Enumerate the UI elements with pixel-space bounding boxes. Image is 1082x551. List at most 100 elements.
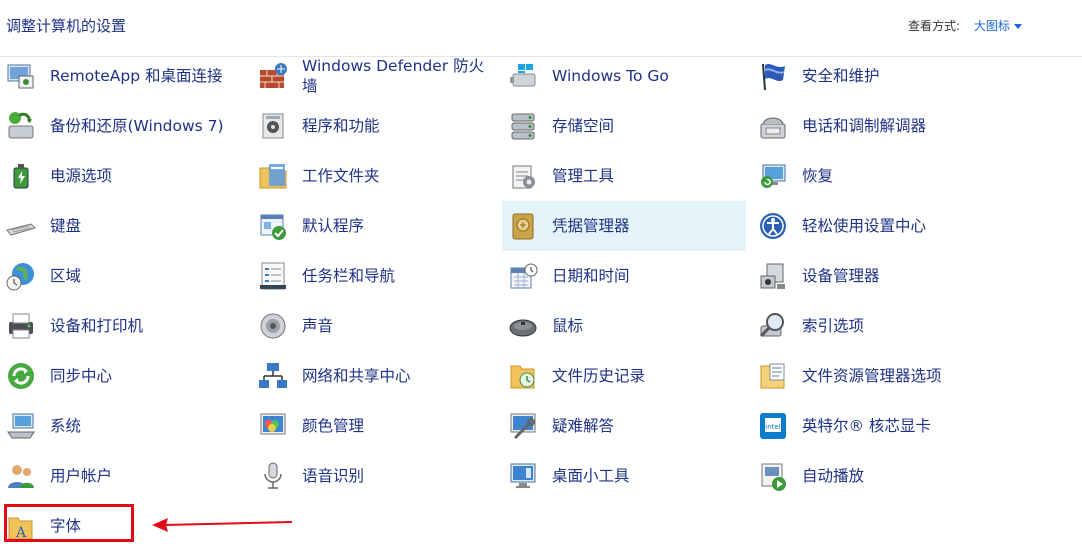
control-panel-item-label[interactable]: 存储空间	[552, 116, 614, 136]
control-panel-item-label[interactable]: 日期和时间	[552, 266, 630, 286]
control-panel-item[interactable]: 默认程序	[252, 201, 500, 251]
chevron-down-icon[interactable]	[1013, 24, 1022, 29]
control-panel-item[interactable]: 日期和时间	[502, 251, 746, 301]
printer-icon[interactable]	[5, 310, 37, 342]
network-icon[interactable]	[257, 360, 289, 392]
control-panel-item-label[interactable]: 用户帐户	[50, 466, 112, 486]
control-panel-item-label[interactable]: 声音	[302, 316, 333, 336]
control-panel-item[interactable]: 电源选项	[0, 151, 250, 201]
region-icon[interactable]	[5, 260, 37, 292]
system-icon[interactable]	[5, 410, 37, 442]
control-panel-item[interactable]: 安全和维护	[752, 51, 1000, 101]
control-panel-item-label[interactable]: 备份和还原(Windows 7)	[50, 116, 224, 136]
control-panel-item-label[interactable]: 英特尔® 核芯显卡	[802, 416, 931, 436]
control-panel-item[interactable]: 键盘	[0, 201, 250, 251]
programs-icon[interactable]	[257, 110, 289, 142]
control-panel-item-label[interactable]: 默认程序	[302, 216, 364, 236]
control-panel-item[interactable]: 文件历史记录	[502, 351, 746, 401]
ease-of-access-icon[interactable]	[757, 210, 789, 242]
control-panel-item-label[interactable]: 颜色管理	[302, 416, 364, 436]
credential-manager-icon[interactable]	[507, 210, 539, 242]
indexing-icon[interactable]	[757, 310, 789, 342]
control-panel-item[interactable]: Windows To Go	[502, 51, 746, 101]
control-panel-item-label[interactable]: 语音识别	[302, 466, 364, 486]
control-panel-item[interactable]: 电话和调制解调器	[752, 101, 1000, 151]
control-panel-item-label[interactable]: 安全和维护	[802, 66, 880, 86]
power-icon[interactable]	[5, 160, 37, 192]
control-panel-item[interactable]: 程序和功能	[252, 101, 500, 151]
windows-to-go-icon[interactable]	[507, 60, 539, 92]
control-panel-item-label[interactable]: 设备管理器	[802, 266, 880, 286]
view-by-value[interactable]: 大图标	[974, 19, 1010, 33]
control-panel-item-label[interactable]: 网络和共享中心	[302, 366, 411, 386]
view-by-dropdown[interactable]: 大图标	[974, 19, 1022, 33]
control-panel-item[interactable]: 系统	[0, 401, 250, 451]
date-time-icon[interactable]	[507, 260, 539, 292]
sound-icon[interactable]	[257, 310, 289, 342]
control-panel-item-label[interactable]: 系统	[50, 416, 81, 436]
control-panel-item[interactable]: Windows Defender 防火墙	[252, 51, 500, 101]
control-panel-item[interactable]: 设备和打印机	[0, 301, 250, 351]
taskbar-icon[interactable]	[257, 260, 289, 292]
remoteapp-icon[interactable]	[5, 60, 37, 92]
flag-icon[interactable]	[757, 60, 789, 92]
storage-icon[interactable]	[507, 110, 539, 142]
firewall-icon[interactable]	[257, 60, 289, 92]
control-panel-item[interactable]: 用户帐户	[0, 451, 250, 501]
control-panel-item[interactable]: 管理工具	[502, 151, 746, 201]
control-panel-item[interactable]: 工作文件夹	[252, 151, 500, 201]
control-panel-item[interactable]: 区域	[0, 251, 250, 301]
control-panel-item-label[interactable]: 自动播放	[802, 466, 864, 486]
default-programs-icon[interactable]	[257, 210, 289, 242]
work-folders-icon[interactable]	[257, 160, 289, 192]
keyboard-icon[interactable]	[5, 210, 37, 242]
control-panel-item[interactable]: 存储空间	[502, 101, 746, 151]
control-panel-item-label[interactable]: 电源选项	[50, 166, 112, 186]
control-panel-item[interactable]: 同步中心	[0, 351, 250, 401]
control-panel-item-label[interactable]: 索引选项	[802, 316, 864, 336]
control-panel-item-label[interactable]: Windows To Go	[552, 66, 669, 86]
control-panel-item[interactable]: 设备管理器	[752, 251, 1000, 301]
control-panel-item-label[interactable]: 疑难解答	[552, 416, 614, 436]
control-panel-item-label[interactable]: 凭据管理器	[552, 216, 630, 236]
sync-icon[interactable]	[5, 360, 37, 392]
control-panel-item[interactable]: 鼠标	[502, 301, 746, 351]
control-panel-item-label[interactable]: 鼠标	[552, 316, 583, 336]
control-panel-item-label[interactable]: 键盘	[50, 216, 81, 236]
microphone-icon[interactable]	[257, 460, 289, 492]
control-panel-item-label[interactable]: 设备和打印机	[50, 316, 143, 336]
control-panel-item[interactable]: 桌面小工具	[502, 451, 746, 501]
mouse-icon[interactable]	[507, 310, 539, 342]
control-panel-item-label[interactable]: 管理工具	[552, 166, 614, 186]
control-panel-item-label[interactable]: 文件资源管理器选项	[802, 366, 942, 386]
control-panel-item[interactable]: 颜色管理	[252, 401, 500, 451]
control-panel-item[interactable]: 疑难解答	[502, 401, 746, 451]
control-panel-item[interactable]: 任务栏和导航	[252, 251, 500, 301]
control-panel-item[interactable]: 凭据管理器	[502, 201, 746, 251]
control-panel-item-label[interactable]: 任务栏和导航	[302, 266, 395, 286]
control-panel-item-label[interactable]: 文件历史记录	[552, 366, 645, 386]
users-icon[interactable]	[5, 460, 37, 492]
control-panel-item[interactable]: 网络和共享中心	[252, 351, 500, 401]
device-manager-icon[interactable]	[757, 260, 789, 292]
troubleshoot-icon[interactable]	[507, 410, 539, 442]
admin-tools-icon[interactable]	[507, 160, 539, 192]
control-panel-item[interactable]: RemoteApp 和桌面连接	[0, 51, 250, 101]
control-panel-item-label[interactable]: 电话和调制解调器	[802, 116, 926, 136]
control-panel-item[interactable]: 备份和还原(Windows 7)	[0, 101, 250, 151]
color-management-icon[interactable]	[257, 410, 289, 442]
control-panel-item-label[interactable]: 工作文件夹	[302, 166, 380, 186]
control-panel-item-label[interactable]: 桌面小工具	[552, 466, 630, 486]
control-panel-item[interactable]: 索引选项	[752, 301, 1000, 351]
control-panel-item[interactable]: 轻松使用设置中心	[752, 201, 1000, 251]
intel-graphics-icon[interactable]: intel	[757, 410, 789, 442]
recovery-icon[interactable]	[757, 160, 789, 192]
control-panel-item-label[interactable]: 程序和功能	[302, 116, 380, 136]
control-panel-item-label[interactable]: RemoteApp 和桌面连接	[50, 66, 223, 86]
control-panel-item-label[interactable]: 区域	[50, 266, 81, 286]
control-panel-item-label[interactable]: 恢复	[802, 166, 833, 186]
explorer-options-icon[interactable]	[757, 360, 789, 392]
control-panel-item-label[interactable]: Windows Defender 防火墙	[302, 56, 492, 96]
control-panel-item[interactable]: 恢复	[752, 151, 1000, 201]
control-panel-item[interactable]: intel 英特尔® 核芯显卡	[752, 401, 1000, 451]
